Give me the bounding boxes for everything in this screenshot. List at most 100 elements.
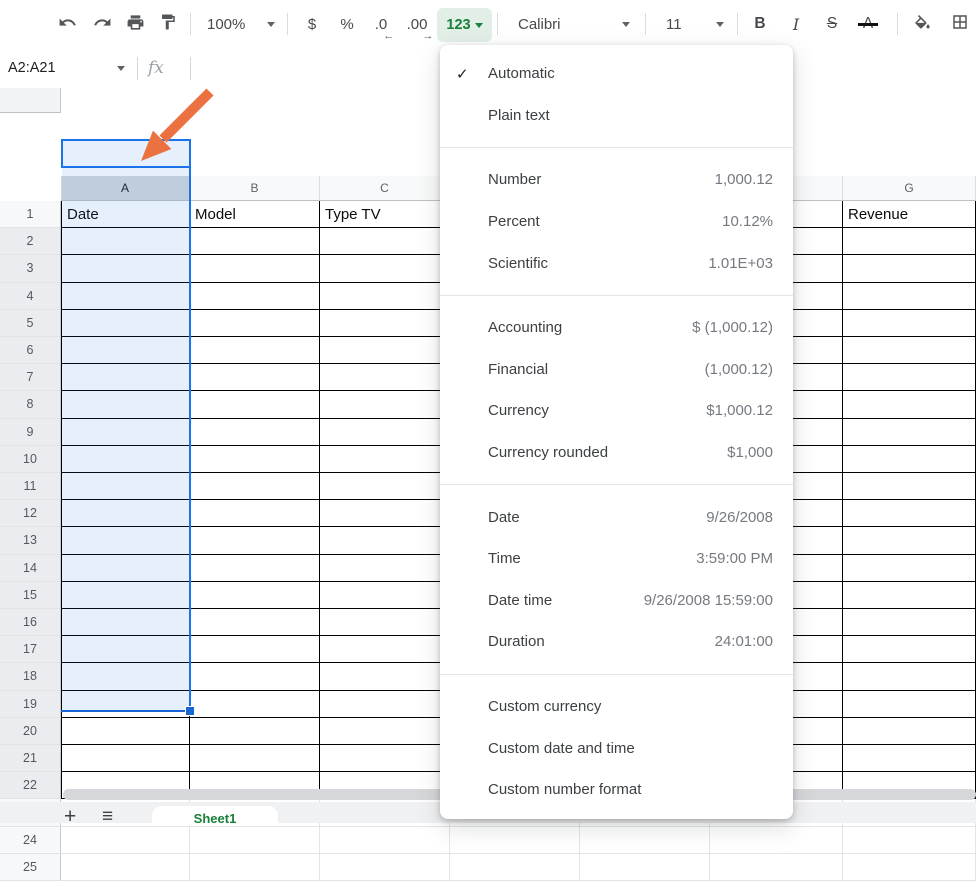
cell-B17[interactable] bbox=[190, 636, 320, 663]
all-sheets-menu-icon[interactable]: ≡ bbox=[102, 807, 113, 826]
cell-B20[interactable] bbox=[190, 718, 320, 745]
cell-B11[interactable] bbox=[190, 473, 320, 500]
menu-item-currency-rounded[interactable]: Currency rounded$1,000 bbox=[440, 432, 793, 474]
menu-item-custom-number-format[interactable]: Custom number format bbox=[440, 769, 793, 811]
cell-A18[interactable] bbox=[61, 663, 190, 690]
row-header-24[interactable]: 24 bbox=[0, 827, 61, 854]
menu-item-custom-date-and-time[interactable]: Custom date and time bbox=[440, 727, 793, 769]
cell-B8[interactable] bbox=[190, 391, 320, 418]
decrease-decimal-button[interactable]: .0← bbox=[366, 0, 396, 48]
fill-color-button[interactable] bbox=[906, 0, 938, 48]
cell-A3[interactable] bbox=[61, 255, 190, 282]
cell-C8[interactable] bbox=[320, 391, 450, 418]
print-button[interactable] bbox=[120, 0, 150, 48]
cell-C20[interactable] bbox=[320, 718, 450, 745]
menu-item-currency[interactable]: Currency$1,000.12 bbox=[440, 390, 793, 432]
cell-A20[interactable] bbox=[61, 718, 190, 745]
sheet-tab-active[interactable]: Sheet1 bbox=[152, 806, 278, 826]
menu-item-date-time[interactable]: Date time9/26/2008 15:59:00 bbox=[440, 580, 793, 622]
cell-B13[interactable] bbox=[190, 527, 320, 554]
cell-C9[interactable] bbox=[320, 419, 450, 446]
cell-G4[interactable] bbox=[843, 283, 976, 310]
cell-G16[interactable] bbox=[843, 609, 976, 636]
cell-A4[interactable] bbox=[61, 283, 190, 310]
row-header-21[interactable]: 21 bbox=[0, 745, 61, 772]
cell-G13[interactable] bbox=[843, 527, 976, 554]
cell-G7[interactable] bbox=[843, 364, 976, 391]
font-size-select[interactable]: 11 bbox=[652, 0, 730, 48]
name-box[interactable]: A2:A21 bbox=[8, 48, 56, 88]
menu-item-custom-currency[interactable]: Custom currency bbox=[440, 686, 793, 728]
cell-A6[interactable] bbox=[61, 337, 190, 364]
cell-F24[interactable] bbox=[710, 827, 843, 854]
cell-A10[interactable] bbox=[61, 446, 190, 473]
paint-format-button[interactable] bbox=[153, 0, 183, 48]
cell-G17[interactable] bbox=[843, 636, 976, 663]
cell-G3[interactable] bbox=[843, 255, 976, 282]
cell-G1[interactable]: Revenue bbox=[843, 201, 976, 228]
cell-A24[interactable] bbox=[61, 827, 190, 854]
cell-C2[interactable] bbox=[320, 228, 450, 255]
row-header-5[interactable]: 5 bbox=[0, 310, 61, 337]
cell-D24[interactable] bbox=[450, 827, 580, 854]
cell-A14[interactable] bbox=[61, 555, 190, 582]
cell-C14[interactable] bbox=[320, 555, 450, 582]
cell-C19[interactable] bbox=[320, 691, 450, 718]
cell-C24[interactable] bbox=[320, 827, 450, 854]
cell-B18[interactable] bbox=[190, 663, 320, 690]
row-header-16[interactable]: 16 bbox=[0, 609, 61, 636]
cell-B7[interactable] bbox=[190, 364, 320, 391]
chevron-down-icon[interactable] bbox=[117, 66, 125, 71]
cell-C1[interactable]: Type TV bbox=[320, 201, 450, 228]
font-select[interactable]: Calibri bbox=[506, 0, 636, 48]
cell-B5[interactable] bbox=[190, 310, 320, 337]
cell-C12[interactable] bbox=[320, 500, 450, 527]
cell-G12[interactable] bbox=[843, 500, 976, 527]
row-header-19[interactable]: 19 bbox=[0, 691, 61, 718]
cell-C3[interactable] bbox=[320, 255, 450, 282]
cell-G25[interactable] bbox=[843, 854, 976, 881]
cell-A8[interactable] bbox=[61, 391, 190, 418]
cell-G14[interactable] bbox=[843, 555, 976, 582]
cell-B2[interactable] bbox=[190, 228, 320, 255]
cell-F25[interactable] bbox=[710, 854, 843, 881]
menu-item-time[interactable]: Time3:59:00 PM bbox=[440, 538, 793, 580]
cell-E24[interactable] bbox=[580, 827, 710, 854]
cell-C6[interactable] bbox=[320, 337, 450, 364]
cell-B4[interactable] bbox=[190, 283, 320, 310]
column-header-B[interactable]: B bbox=[190, 176, 320, 201]
cell-A19[interactable] bbox=[61, 691, 190, 718]
italic-button[interactable]: I bbox=[782, 0, 810, 48]
cell-G15[interactable] bbox=[843, 582, 976, 609]
row-header-1[interactable]: 1 bbox=[0, 201, 61, 228]
format-currency-button[interactable]: $ bbox=[298, 0, 326, 48]
cell-A13[interactable] bbox=[61, 527, 190, 554]
cell-A16[interactable] bbox=[61, 609, 190, 636]
menu-item-scientific[interactable]: Scientific1.01E+03 bbox=[440, 242, 793, 284]
cell-G20[interactable] bbox=[843, 718, 976, 745]
format-percent-button[interactable]: % bbox=[333, 0, 361, 48]
column-header-G[interactable]: G bbox=[843, 176, 976, 201]
cell-B25[interactable] bbox=[190, 854, 320, 881]
row-header-11[interactable]: 11 bbox=[0, 473, 61, 500]
cell-A25[interactable] bbox=[61, 854, 190, 881]
cell-C17[interactable] bbox=[320, 636, 450, 663]
menu-item-duration[interactable]: Duration24:01:00 bbox=[440, 621, 793, 663]
cell-A1[interactable]: Date bbox=[61, 201, 190, 228]
cell-B6[interactable] bbox=[190, 337, 320, 364]
cell-G10[interactable] bbox=[843, 446, 976, 473]
cell-A9[interactable] bbox=[61, 419, 190, 446]
cell-B10[interactable] bbox=[190, 446, 320, 473]
row-header-10[interactable]: 10 bbox=[0, 446, 61, 473]
cell-C25[interactable] bbox=[320, 854, 450, 881]
menu-item-percent[interactable]: Percent10.12% bbox=[440, 201, 793, 243]
cell-B9[interactable] bbox=[190, 419, 320, 446]
row-header-12[interactable]: 12 bbox=[0, 500, 61, 527]
menu-item-plain-text[interactable]: Plain text bbox=[440, 95, 793, 137]
menu-item-accounting[interactable]: Accounting$ (1,000.12) bbox=[440, 307, 793, 349]
row-header-18[interactable]: 18 bbox=[0, 663, 61, 690]
row-header-13[interactable]: 13 bbox=[0, 527, 61, 554]
cell-A11[interactable] bbox=[61, 473, 190, 500]
menu-item-number[interactable]: Number1,000.12 bbox=[440, 159, 793, 201]
column-header-C[interactable]: C bbox=[320, 176, 450, 201]
